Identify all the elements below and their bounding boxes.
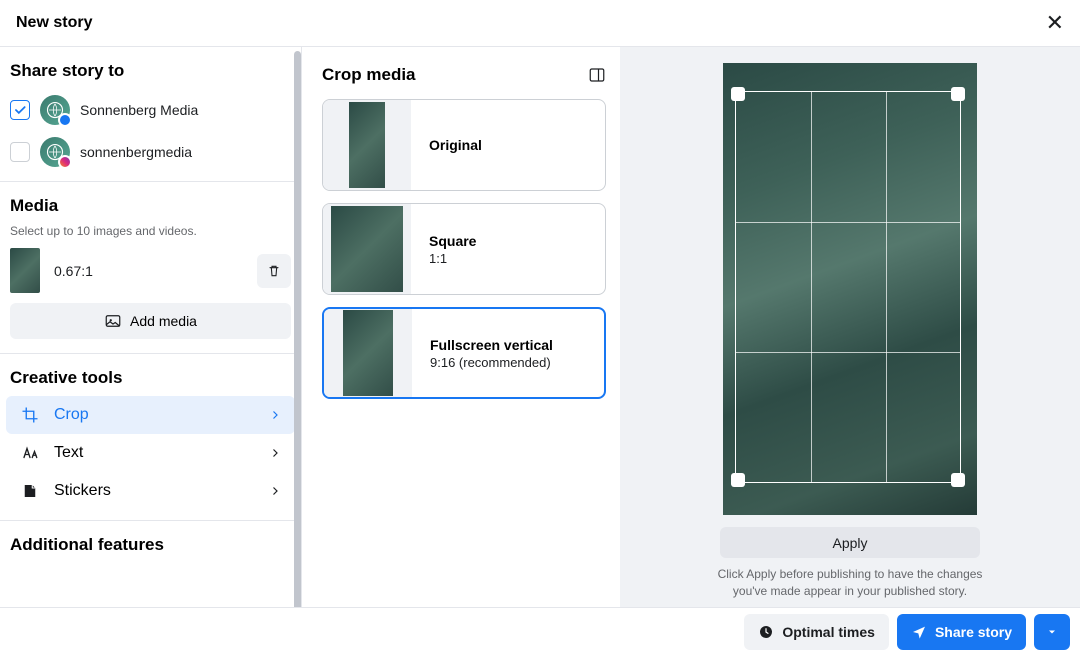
crop-handle-bottom-right[interactable] xyxy=(951,473,965,487)
crop-grid[interactable] xyxy=(735,91,961,483)
crop-option-name: Original xyxy=(429,137,482,153)
media-heading: Media xyxy=(0,182,301,224)
crop-handle-top-right[interactable] xyxy=(951,87,965,101)
instagram-badge-icon xyxy=(58,155,72,169)
account-checkbox-instagram[interactable] xyxy=(10,142,30,162)
add-media-button[interactable]: Add media xyxy=(10,303,291,339)
account-checkbox-facebook[interactable] xyxy=(10,100,30,120)
share-story-dropdown[interactable] xyxy=(1034,614,1070,650)
crop-media-heading: Crop media xyxy=(322,65,416,85)
tool-stickers[interactable]: Stickers xyxy=(6,472,295,510)
tool-label: Crop xyxy=(54,406,89,424)
sticker-icon xyxy=(21,482,39,500)
chevron-right-icon xyxy=(269,409,281,421)
text-icon xyxy=(21,444,39,462)
chevron-down-icon xyxy=(1046,626,1058,638)
delete-media-button[interactable] xyxy=(257,254,291,288)
avatar xyxy=(40,95,70,125)
account-name: sonnenbergmedia xyxy=(80,144,192,160)
tool-label: Text xyxy=(54,444,83,462)
preview-frame xyxy=(723,63,977,515)
account-instagram[interactable]: sonnenbergmedia xyxy=(0,131,301,173)
send-icon xyxy=(911,624,927,640)
tool-text[interactable]: Text xyxy=(6,434,295,472)
avatar xyxy=(40,137,70,167)
trash-icon xyxy=(266,263,282,279)
media-thumbnail[interactable] xyxy=(10,248,40,293)
crop-icon xyxy=(21,406,39,424)
additional-features-heading: Additional features xyxy=(0,521,301,563)
clock-icon xyxy=(758,624,774,640)
crop-handle-bottom-left[interactable] xyxy=(731,473,745,487)
crop-option-original[interactable]: Original xyxy=(322,99,606,191)
crop-option-name: Square xyxy=(429,233,476,249)
sidebar-scrollbar[interactable] xyxy=(294,51,301,611)
footer-toolbar: Optimal times Share story xyxy=(0,607,1080,655)
chevron-right-icon xyxy=(269,447,281,459)
preview-image[interactable] xyxy=(723,63,977,515)
account-facebook[interactable]: Sonnenberg Media xyxy=(0,89,301,131)
apply-button[interactable]: Apply xyxy=(720,527,980,558)
crop-option-square[interactable]: Square 1:1 xyxy=(322,203,606,295)
optimal-times-button[interactable]: Optimal times xyxy=(744,614,889,650)
crop-option-fullscreen-vertical[interactable]: Fullscreen vertical 9:16 (recommended) xyxy=(322,307,606,399)
tool-crop[interactable]: Crop xyxy=(6,396,295,434)
creative-tools-heading: Creative tools xyxy=(0,354,301,396)
optimal-times-label: Optimal times xyxy=(782,624,875,640)
share-story-label: Share story xyxy=(935,624,1012,640)
add-media-label: Add media xyxy=(130,313,197,329)
panel-toggle-icon[interactable] xyxy=(588,66,606,84)
crop-option-ratio: 1:1 xyxy=(429,251,476,266)
crop-option-name: Fullscreen vertical xyxy=(430,337,553,353)
facebook-badge-icon xyxy=(58,113,72,127)
crop-option-ratio: 9:16 (recommended) xyxy=(430,355,553,370)
account-name: Sonnenberg Media xyxy=(80,102,198,118)
share-story-button[interactable]: Share story xyxy=(897,614,1026,650)
add-media-icon xyxy=(104,312,122,330)
chevron-right-icon xyxy=(269,485,281,497)
media-subtext: Select up to 10 images and videos. xyxy=(0,224,301,248)
apply-hint: Click Apply before publishing to have th… xyxy=(715,566,985,600)
crop-handle-top-left[interactable] xyxy=(731,87,745,101)
page-title: New story xyxy=(16,14,92,32)
share-heading: Share story to xyxy=(0,47,301,89)
media-aspect-ratio: 0.67:1 xyxy=(54,263,243,279)
close-button[interactable]: ✕ xyxy=(1046,10,1064,36)
tool-label: Stickers xyxy=(54,482,111,500)
